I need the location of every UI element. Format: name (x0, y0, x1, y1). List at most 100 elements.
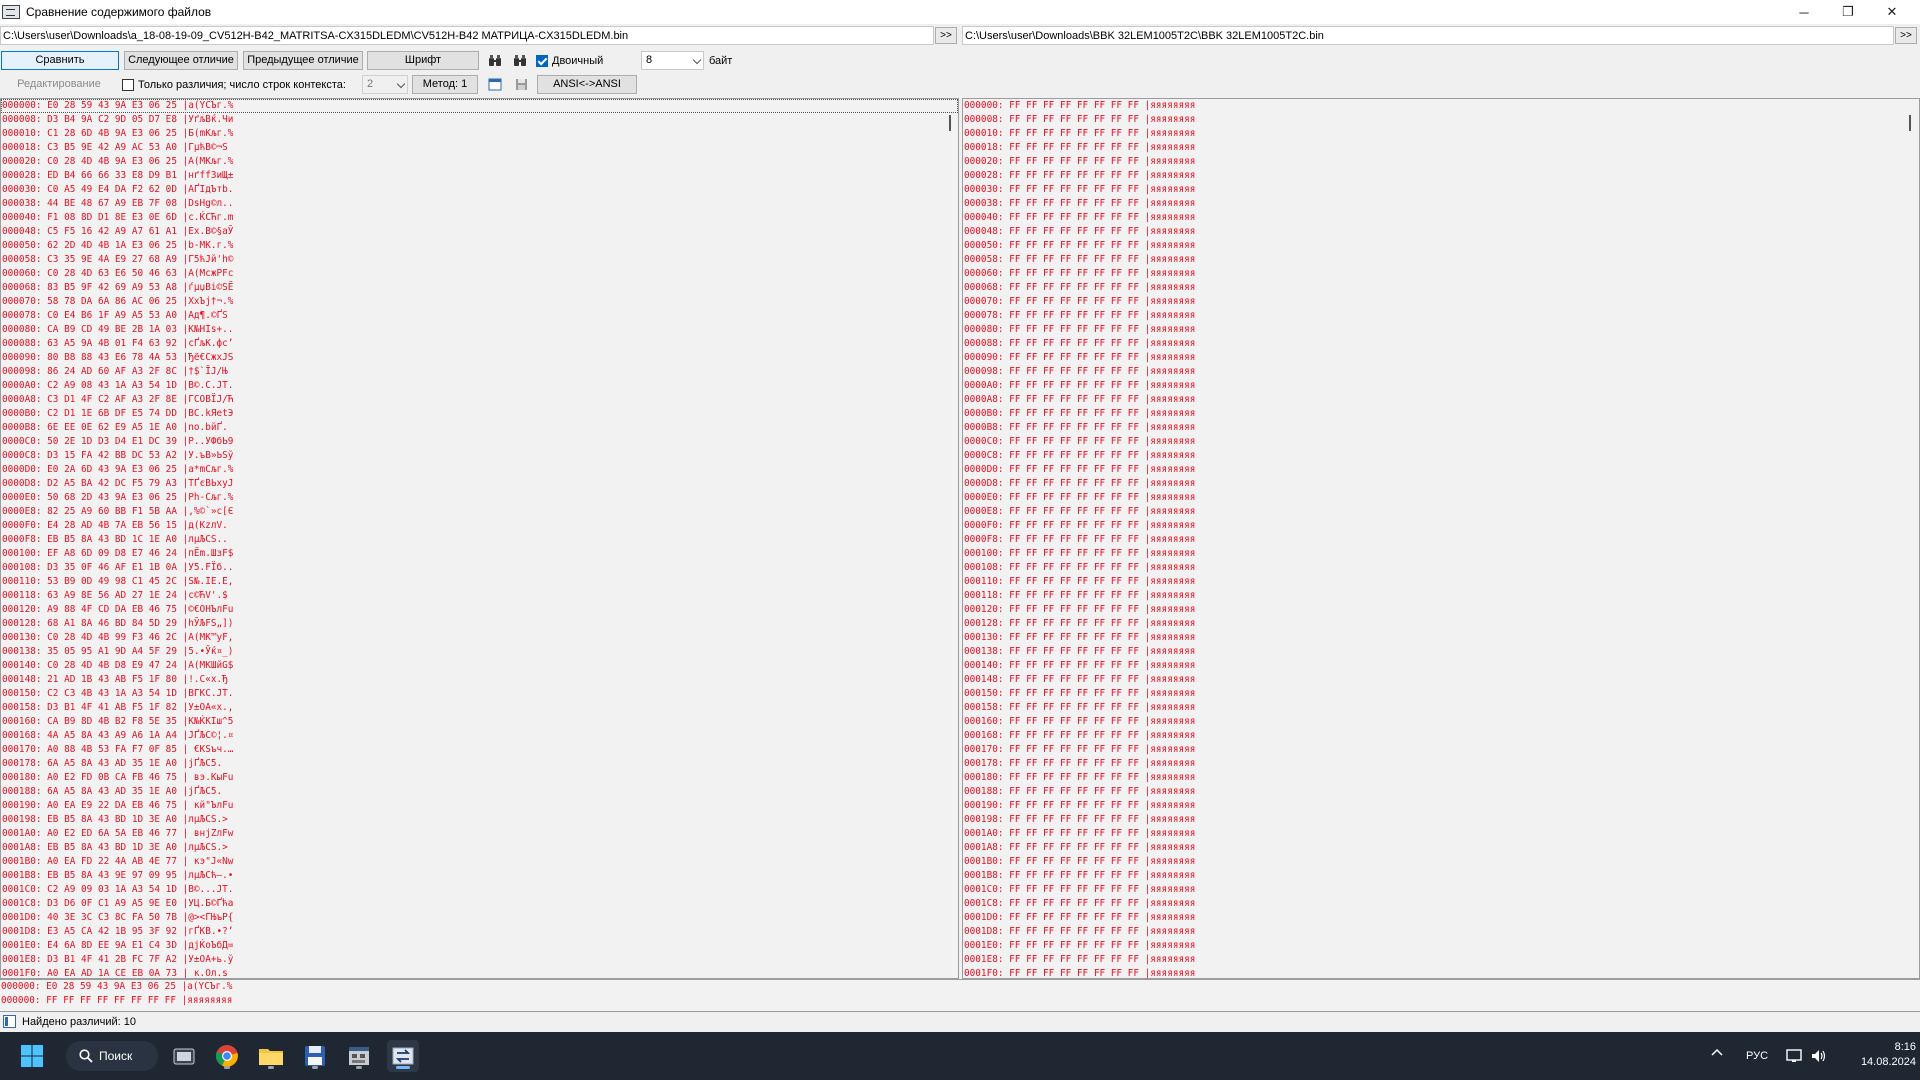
hex-row[interactable]: 000040: FF FF FF FF FF FF FF FF |яяяяяяя… (963, 211, 1919, 225)
hex-row[interactable]: 0000A8: C3 D1 4F C2 AF A3 2F 8E |ГСOВЇЈ/… (1, 393, 958, 407)
hex-row[interactable]: 000130: C0 28 4D 4B 99 F3 46 2C |А(MK™уF… (1, 631, 958, 645)
hex-row[interactable]: 000048: FF FF FF FF FF FF FF FF |яяяяяяя… (963, 225, 1919, 239)
hex-row[interactable]: 0000D0: E0 2A 6D 43 9A E3 06 25 |а*mCљг.… (1, 463, 958, 477)
hex-row[interactable]: 000010: FF FF FF FF FF FF FF FF |яяяяяяя… (963, 127, 1919, 141)
maximize-button[interactable]: ❐ (1826, 0, 1870, 24)
right-file-path-field[interactable]: C:\Users\user\Downloads\BBK 32LEM1005T2C… (962, 26, 1894, 45)
language-indicator[interactable]: РУС (1746, 1049, 1768, 1063)
hex-row[interactable]: 000120: A9 88 4F CD DA EB 46 75 |©€OНЪлF… (1, 603, 958, 617)
ansi-encoding-button[interactable]: ANSI<->ANSI (537, 75, 637, 94)
hex-row[interactable]: 0001D0: 40 3E 3C C3 8C FA 50 7B |@><ГЊъP… (1, 911, 958, 925)
hex-row[interactable]: 0000A0: FF FF FF FF FF FF FF FF |яяяяяяя… (963, 379, 1919, 393)
hex-row[interactable]: 000190: A0 EA E9 22 DA EB 46 75 | кй"ЪлF… (1, 799, 958, 813)
hex-row[interactable]: 000028: FF FF FF FF FF FF FF FF |яяяяяяя… (963, 169, 1919, 183)
hex-row[interactable]: 000198: FF FF FF FF FF FF FF FF |яяяяяяя… (963, 813, 1919, 827)
hex-row[interactable]: 000190: FF FF FF FF FF FF FF FF |яяяяяяя… (963, 799, 1919, 813)
right-browse-button[interactable]: >> (1895, 27, 1917, 44)
hex-row[interactable]: 000048: C5 F5 16 42 A9 A7 61 A1 |Ех.B©§a… (1, 225, 958, 239)
hex-row[interactable]: 0001A8: EB B5 8A 43 BD 1D 3E A0 |лµЉCЅ.> (1, 841, 958, 855)
hex-row[interactable]: 000168: FF FF FF FF FF FF FF FF |яяяяяяя… (963, 729, 1919, 743)
hex-row[interactable]: 000140: C0 28 4D 4B D8 E9 47 24 |А(MKШйG… (1, 659, 958, 673)
hex-row[interactable]: 0000F0: FF FF FF FF FF FF FF FF |яяяяяяя… (963, 519, 1919, 533)
hex-row[interactable]: 0000E0: 50 68 2D 43 9A E3 06 25 |Ph-Cљг.… (1, 491, 958, 505)
hex-row[interactable]: 0000C8: FF FF FF FF FF FF FF FF |яяяяяяя… (963, 449, 1919, 463)
hex-row[interactable]: 0001B0: FF FF FF FF FF FF FF FF |яяяяяяя… (963, 855, 1919, 869)
hex-row[interactable]: 000038: 44 BE 48 67 A9 EB 7F 08 |DѕHg©л.… (1, 197, 958, 211)
hex-row[interactable]: 000090: FF FF FF FF FF FF FF FF |яяяяяяя… (963, 351, 1919, 365)
network-icon[interactable] (1786, 1048, 1804, 1064)
hex-row[interactable]: 000178: 6A A5 8A 43 AD 35 1E A0 |jҐЉC­5. (1, 757, 958, 771)
line-compare-pane[interactable]: 000000: E0 28 59 43 9A E3 06 25 |а(YCЪг.… (0, 979, 1920, 1012)
hex-row[interactable]: 0001B8: FF FF FF FF FF FF FF FF |яяяяяяя… (963, 869, 1919, 883)
hex-row[interactable]: 000100: FF FF FF FF FF FF FF FF |яяяяяяя… (963, 547, 1919, 561)
hex-row[interactable]: 000168: 4A A5 8A 43 A9 A6 1A A4 |JҐЉC©¦.… (1, 729, 958, 743)
hex-row[interactable]: 000170: A0 88 4B 53 FA F7 0F 85 | €KSъч.… (1, 743, 958, 757)
hex-row[interactable]: 0001C8: FF FF FF FF FF FF FF FF |яяяяяяя… (963, 897, 1919, 911)
hex-row[interactable]: 0001C8: D3 D6 0F C1 A9 A5 9E E0 |УЦ.Б©Ґћ… (1, 897, 958, 911)
hex-row[interactable]: 000068: 83 B5 9F 42 69 A9 53 A8 |ѓµџBi©S… (1, 281, 958, 295)
window-icon[interactable] (486, 75, 504, 93)
hex-row[interactable]: 000060: FF FF FF FF FF FF FF FF |яяяяяяя… (963, 267, 1919, 281)
taskbar-floppy-app[interactable] (299, 1040, 331, 1072)
hex-row[interactable]: 000160: FF FF FF FF FF FF FF FF |яяяяяяя… (963, 715, 1919, 729)
hex-row[interactable]: 000020: FF FF FF FF FF FF FF FF |яяяяяяя… (963, 155, 1919, 169)
hex-row[interactable]: 000158: D3 B1 4F 41 AB F5 1F 82 |У±OA«х.… (1, 701, 958, 715)
hex-row[interactable]: 000120: FF FF FF FF FF FF FF FF |яяяяяяя… (963, 603, 1919, 617)
hex-row[interactable]: 000128: FF FF FF FF FF FF FF FF |яяяяяяя… (963, 617, 1919, 631)
hex-row[interactable]: 0000D8: D2 A5 BA 42 DC F5 79 A3 |ТҐєBЬхy… (1, 477, 958, 491)
close-button[interactable]: ✕ (1870, 0, 1914, 24)
hex-row[interactable]: 0000F0: E4 28 AD 4B 7A EB 56 15 |д(­KzлV… (1, 519, 958, 533)
edit-button[interactable]: Редактирование (1, 75, 117, 94)
hex-row[interactable]: 0000C0: 50 2E 1D D3 D4 E1 DC 39 |P..УФбЬ… (1, 435, 958, 449)
hex-row[interactable]: 0001D0: FF FF FF FF FF FF FF FF |яяяяяяя… (963, 911, 1919, 925)
hex-row[interactable]: 000148: FF FF FF FF FF FF FF FF |яяяяяяя… (963, 673, 1919, 687)
hex-row[interactable]: 000030: FF FF FF FF FF FF FF FF |яяяяяяя… (963, 183, 1919, 197)
hex-row[interactable]: 0000B0: FF FF FF FF FF FF FF FF |яяяяяяя… (963, 407, 1919, 421)
hex-row[interactable]: 000070: 58 78 DA 6A 86 AC 06 25 |XxЪj†¬.… (1, 295, 958, 309)
hex-row[interactable]: 000148: 21 AD 1B 43 AB F5 1F 80 |!­.C«х.… (1, 673, 958, 687)
hex-row[interactable]: 000000: FF FF FF FF FF FF FF FF |яяяяяяя… (963, 99, 1919, 113)
hex-row[interactable]: 000130: FF FF FF FF FF FF FF FF |яяяяяяя… (963, 631, 1919, 645)
hex-row[interactable]: 000110: 53 B9 0D 49 98 C1 45 2C |S№.IЕ.E… (1, 575, 958, 589)
right-hex-pane[interactable]: 000000: FF FF FF FF FF FF FF FF |яяяяяяя… (962, 98, 1920, 979)
binoculars-icon[interactable] (486, 51, 504, 69)
taskbar-file-compare-app[interactable] (387, 1040, 419, 1072)
hex-row[interactable]: 000088: 63 A5 9A 4B 01 F4 63 92 |cҐљK.фc… (1, 337, 958, 351)
hex-row[interactable]: 000108: FF FF FF FF FF FF FF FF |яяяяяяя… (963, 561, 1919, 575)
hex-row[interactable]: 000118: FF FF FF FF FF FF FF FF |яяяяяяя… (963, 589, 1919, 603)
hex-row[interactable]: 000188: 6A A5 8A 43 AD 35 1E A0 |jҐЉC­5. (1, 785, 958, 799)
hex-row[interactable]: 000180: A0 E2 FD 0B CA FB 46 75 | вэ.КыF… (1, 771, 958, 785)
hex-row[interactable]: 000000: E0 28 59 43 9A E3 06 25 |а(YCЪг.… (1, 99, 958, 113)
hex-row[interactable]: 0001E8: FF FF FF FF FF FF FF FF |яяяяяяя… (963, 953, 1919, 967)
hex-row[interactable]: 000170: FF FF FF FF FF FF FF FF |яяяяяяя… (963, 743, 1919, 757)
hex-row[interactable]: 0000E8: FF FF FF FF FF FF FF FF |яяяяяяя… (963, 505, 1919, 519)
hex-row[interactable]: 0000F8: FF FF FF FF FF FF FF FF |яяяяяяя… (963, 533, 1919, 547)
hex-row[interactable]: 000090: 80 B8 88 43 E6 78 4A 53 |Ђё€CжxJ… (1, 351, 958, 365)
right-scrollbar[interactable] (1909, 115, 1911, 131)
hex-row[interactable]: 000068: FF FF FF FF FF FF FF FF |яяяяяяя… (963, 281, 1919, 295)
hex-row[interactable]: 0000E0: FF FF FF FF FF FF FF FF |яяяяяяя… (963, 491, 1919, 505)
hex-row[interactable]: 0001A8: FF FF FF FF FF FF FF FF |яяяяяяя… (963, 841, 1919, 855)
save-icon[interactable] (512, 75, 530, 93)
hex-row[interactable]: 000110: FF FF FF FF FF FF FF FF |яяяяяяя… (963, 575, 1919, 589)
hex-row[interactable]: 000018: C3 B5 9E 42 A9 AC 53 A0 |ГµћB©¬S (1, 141, 958, 155)
hex-row[interactable]: 000178: FF FF FF FF FF FF FF FF |яяяяяяя… (963, 757, 1919, 771)
hex-row[interactable]: 000150: FF FF FF FF FF FF FF FF |яяяяяяя… (963, 687, 1919, 701)
left-file-path-field[interactable]: C:\Users\user\Downloads\a_18-08-19-09_CV… (0, 26, 934, 45)
hex-row[interactable]: 0000D8: FF FF FF FF FF FF FF FF |яяяяяяя… (963, 477, 1919, 491)
context-lines-select[interactable]: 2 (362, 75, 408, 94)
hex-row[interactable]: 0001A0: A0 E2 ED 6A 5A EB 46 77 | внjZлF… (1, 827, 958, 841)
hex-row[interactable]: 000000: E0 28 59 43 9A E3 06 25 |а(YCЪг.… (0, 980, 1920, 994)
hex-row[interactable]: 000030: C0 A5 49 E4 DA F2 62 0D |АҐIдЪтb… (1, 183, 958, 197)
prev-diff-button[interactable]: Предыдущее отличие (243, 51, 363, 70)
tray-overflow-button[interactable] (1710, 1046, 1730, 1066)
hex-row[interactable]: 000140: FF FF FF FF FF FF FF FF |яяяяяяя… (963, 659, 1919, 673)
hex-row[interactable]: 000100: EF A8 6D 09 D8 E7 46 24 |пЁm.ШзF… (1, 547, 958, 561)
hex-row[interactable]: 0001C0: FF FF FF FF FF FF FF FF |яяяяяяя… (963, 883, 1919, 897)
hex-row[interactable]: 000058: C3 35 9E 4A E9 27 68 A9 |Г5ћJй'h… (1, 253, 958, 267)
binoculars-next-icon[interactable] (511, 51, 529, 69)
hex-row[interactable]: 000080: FF FF FF FF FF FF FF FF |яяяяяяя… (963, 323, 1919, 337)
hex-row[interactable]: 000050: 62 2D 4D 4B 1A E3 06 25 |b-MK.г.… (1, 239, 958, 253)
hex-row[interactable]: 0001B0: A0 EA FD 22 4A AB 4E 77 | кэ"J«N… (1, 855, 958, 869)
hex-row[interactable]: 000138: FF FF FF FF FF FF FF FF |яяяяяяя… (963, 645, 1919, 659)
